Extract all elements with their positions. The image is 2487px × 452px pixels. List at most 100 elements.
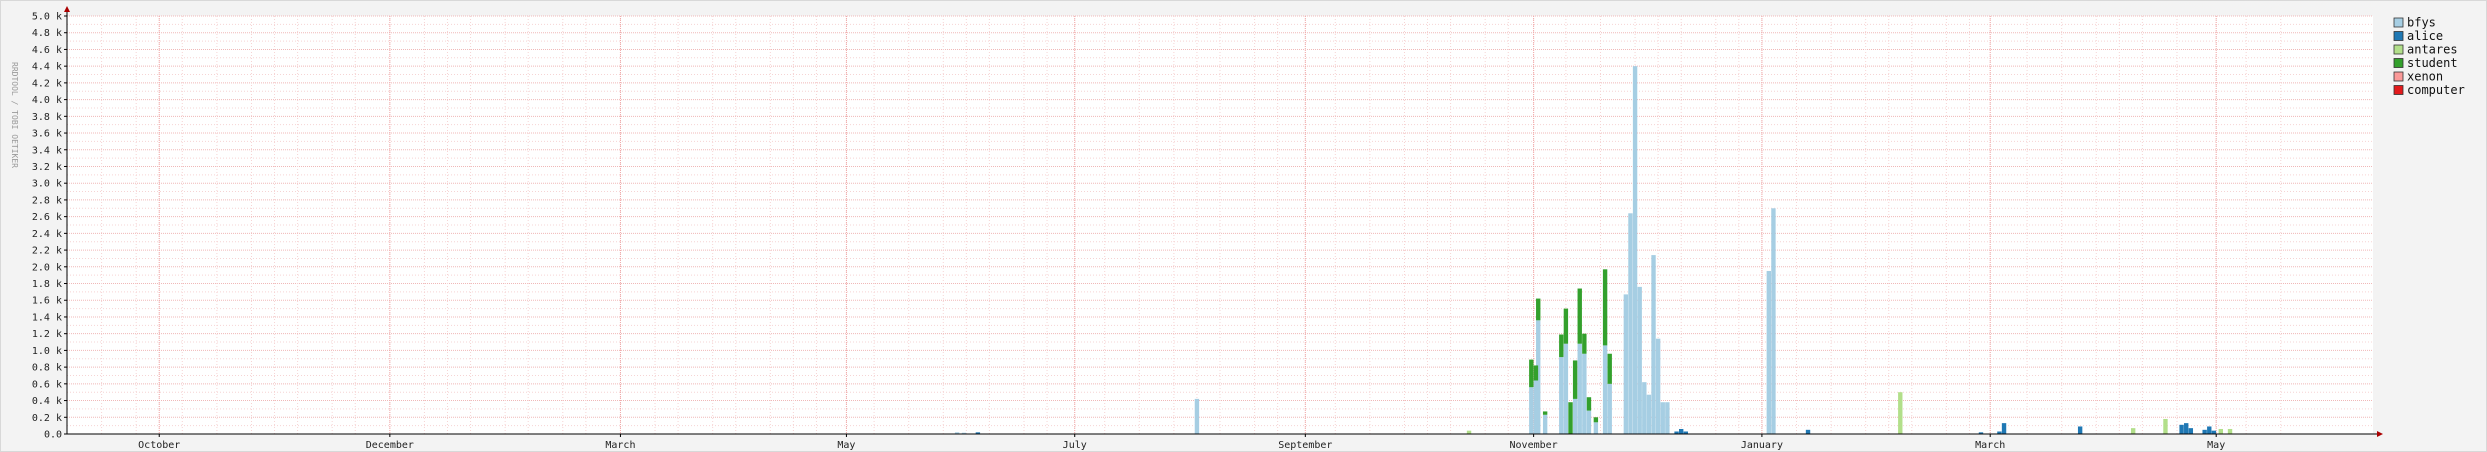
bar-antares-4 [2218,428,2223,434]
y-tick-label-11: 2.2 k [32,246,62,257]
legend-swatch-computer [2393,85,2404,95]
y-tick-label-13: 2.6 k [32,212,62,223]
bar-student-12 [1602,269,1608,346]
bar-alice-10 [2184,423,2189,434]
bar-alice-11 [2188,428,2194,434]
bar-bfys-9 [1572,398,1578,434]
bar-alice-9 [2179,424,2184,434]
bar-student-9 [1582,333,1587,354]
legend-swatch-antares [2393,44,2404,55]
y-tick-label-1: 0.2 k [32,413,62,424]
bar-student-1 [1533,365,1539,381]
legend-label-computer: computer [2407,83,2465,97]
bar-student-3 [1542,411,1548,415]
bar-bfys-15 [1607,383,1612,434]
y-tick-label-8: 1.6 k [32,296,62,307]
bar-alice-8 [2077,426,2083,434]
bar-alice-14 [2211,430,2217,434]
bar-bfys-19 [1637,286,1642,434]
x-tick-label-3: May [837,440,855,451]
bar-student-5 [1563,308,1569,344]
bar-antares-3 [2163,418,2168,434]
y-tick-label-18: 3.6 k [32,129,62,140]
bar-bfys-10 [1577,343,1582,434]
y-tick-label-17: 3.4 k [32,145,62,156]
legend-label-bfys: bfys [2407,16,2436,30]
bar-bfys-17 [1628,213,1633,434]
y-tick-label-12: 2.4 k [32,229,62,240]
y-tick-label-23: 4.6 k [32,45,62,56]
x-tick-label-7: January [1741,440,1783,451]
y-tick-label-5: 1.0 k [32,346,62,357]
bar-bfys-3 [1529,387,1534,434]
y-tick-label-20: 4.0 k [32,95,62,106]
bar-bfys-24 [1660,402,1665,434]
y-tick-label-25: 5.0 k [32,12,62,23]
bar-antares-0 [1466,430,1472,434]
x-tick-label-5: September [1278,440,1332,451]
bar-alice-13 [2207,426,2212,434]
bar-student-7 [1572,360,1578,399]
y-axis-label: RRDTOOL / TOBI OETIKER [10,62,19,168]
bar-bfys-14 [1602,345,1608,434]
bar-bfys-22 [1651,255,1656,434]
bar-bfys-25 [1665,402,1670,434]
legend-label-alice: alice [2407,29,2443,43]
bar-bfys-26 [1766,270,1772,434]
bar-student-4 [1559,334,1564,358]
legend-label-student: student [2407,56,2458,70]
bar-bfys-2 [1194,398,1200,434]
legend-swatch-xenon [2393,71,2404,82]
stacked-bar-chart: 0.0 0.2 k 0.4 k 0.6 k 0.8 k 1.0 k 1.2 k 1.4 k 1.… [0,0,2487,452]
bar-bfys-18 [1632,66,1638,434]
bar-antares-2 [2130,428,2136,434]
bar-bfys-23 [1655,338,1661,434]
bar-bfys-13 [1593,422,1599,434]
bar-bfys-16 [1623,294,1629,434]
bar-alice-12 [2202,429,2207,434]
bar-student-11 [1593,417,1599,423]
y-tick-label-15: 3.0 k [32,179,62,190]
rrd-graph: 0.0 0.2 k 0.4 k 0.6 k 0.8 k 1.0 k 1.2 k 1.4 k 1.… [0,0,2487,452]
bar-bfys-6 [1542,414,1548,434]
y-tick-label-24: 4.8 k [32,28,62,39]
bar-antares-1 [1898,392,1903,434]
legend-swatch-bfys [2393,17,2404,28]
x-tick-label-1: December [366,440,414,451]
bar-bfys-12 [1586,410,1592,434]
bar-antares-5 [2227,428,2233,434]
bar-student-13 [1607,353,1612,384]
legend-label-xenon: xenon [2407,70,2443,84]
y-tick-label-6: 1.2 k [32,329,62,340]
x-tick-label-0: October [138,440,180,451]
legend-swatch-student [2393,58,2404,68]
bar-bfys-11 [1582,353,1587,434]
x-tick-label-8: March [1975,440,2005,451]
y-tick-label-22: 4.4 k [32,62,62,73]
bar-bfys-21 [1646,394,1652,434]
legend-label-antares: antares [2407,43,2458,57]
x-tick-label-6: November [1510,440,1558,451]
y-tick-label-14: 2.8 k [32,195,62,206]
bar-student-10 [1586,397,1592,411]
y-tick-label-3: 0.6 k [32,379,62,390]
bar-alice-7 [2001,423,2007,434]
y-tick-label-2: 0.4 k [32,396,62,407]
bar-bfys-20 [1642,382,1647,434]
x-tick-label-4: July [1063,440,1087,451]
bar-student-6 [1568,402,1573,434]
y-tick-label-4: 0.8 k [32,363,62,374]
bar-bfys-7 [1559,357,1564,434]
y-tick-label-7: 1.4 k [32,312,62,323]
y-tick-label-19: 3.8 k [32,112,62,123]
y-tick-label-21: 4.2 k [32,78,62,89]
y-tick-label-9: 1.8 k [32,279,62,290]
bar-alice-2 [1679,428,1684,434]
legend-swatch-alice [2393,31,2404,41]
bar-student-2 [1536,298,1541,321]
x-tick-label-2: March [605,440,635,451]
bar-bfys-8 [1563,343,1569,434]
x-tick-label-9: May [2207,440,2225,451]
bar-student-8 [1577,288,1582,344]
y-tick-label-10: 2.0 k [32,262,62,273]
